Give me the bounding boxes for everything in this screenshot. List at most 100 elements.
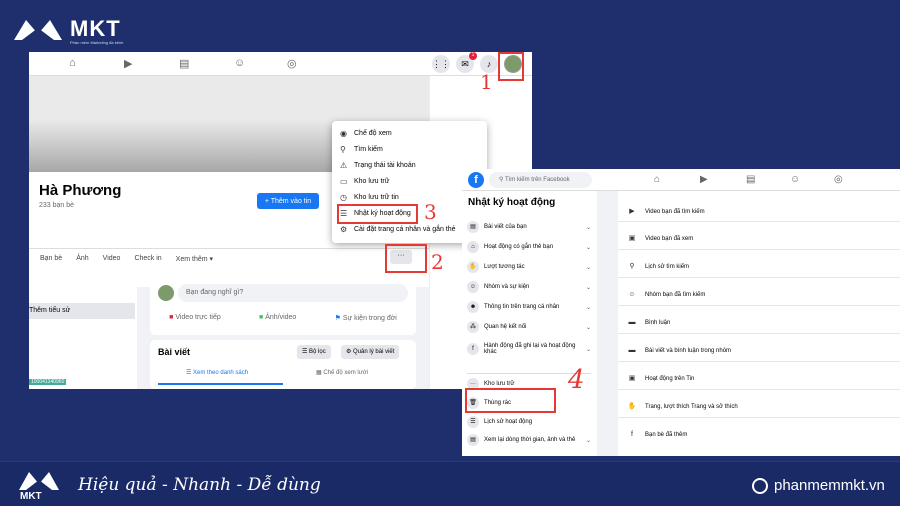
mkt-logo-icon [19, 472, 59, 490]
list-item[interactable]: ☺ Nhóm bạn đã tìm kiếm [626, 289, 896, 301]
review-icon: ▤ [467, 434, 479, 446]
add-story-button[interactable]: + Thêm vào tin [257, 193, 319, 209]
sidebar-item-review-timeline[interactable]: ▤ Xem lại dòng thời gian, ảnh và thẻ ⌄ [467, 434, 591, 446]
eye-icon: ◉ [340, 128, 347, 138]
page-title: Nhật ký hoạt động [468, 197, 556, 208]
composer-input[interactable]: Bạn đang nghĩ gì? [178, 284, 408, 302]
list-item[interactable]: ▶ Video bạn đã tìm kiếm [626, 206, 896, 218]
brand-logo: MKT Phần mềm Marketing đa kênh [12, 14, 124, 45]
like-icon: ✋ [627, 403, 637, 410]
chevron-down-icon: ⌄ [585, 224, 591, 231]
tab-checkin[interactable]: Check in [134, 255, 161, 262]
archive-icon: ▭ [340, 176, 348, 186]
settings-icon: ⚙ [340, 224, 348, 234]
friends-count: 233 bạn bè [39, 202, 75, 209]
profile-tabs: Bạn bè Ảnh Video Check in Xem thêm ▾ [29, 248, 429, 268]
menu-grid-icon[interactable]: ⋮⋮ [432, 55, 450, 73]
posts-card: Bài viết ☰ Bộ lọc ⚙ Quản lý bài viết ☰ X… [150, 340, 416, 389]
tab-more[interactable]: Xem thêm ▾ [176, 255, 213, 263]
tab-videos[interactable]: Video [103, 255, 121, 262]
watched-video-icon: ▣ [628, 235, 636, 242]
tab-grid-view[interactable]: ▦ Chế độ xem lưới [316, 369, 368, 376]
sidebar-item-interactions[interactable]: ✋ Lượt tương tác ⌄ [467, 261, 591, 273]
step3-number: 3 [424, 200, 437, 224]
chevron-down-icon: ⌄ [585, 437, 591, 444]
search-icon: ⚲ [629, 263, 635, 270]
step2-number: 2 [431, 250, 444, 274]
footer-slogan: Hiệu quả - Nhanh - Dễ dùng [78, 475, 321, 495]
sidebar-item-groups-events[interactable]: ☺ Nhóm và sự kiện ⌄ [467, 281, 591, 293]
list-icon: ☰ [186, 370, 194, 376]
sidebar-item-your-posts[interactable]: ▤ Bài viết của bạn ⌄ [467, 221, 591, 233]
chevron-down-icon: ⌄ [585, 304, 591, 311]
messenger-icon[interactable]: ✉ 1 [456, 52, 477, 73]
facebook-logo-icon[interactable]: f [468, 172, 484, 188]
connections-icon: ⁂ [467, 321, 479, 333]
brand-name: MKT [70, 16, 121, 41]
list-item[interactable]: ▬ Bài viết và bình luận trong nhóm [626, 345, 896, 357]
groups-icon: ☺ [467, 281, 479, 293]
list-item[interactable]: f Bạn bè đã thêm [626, 429, 896, 441]
gaming-icon[interactable]: ◎ [287, 57, 297, 70]
marketplace-icon[interactable]: ▤ [746, 174, 755, 185]
intro-card: Thêm tiểu sử [29, 278, 137, 389]
sidebar-item-profile-info[interactable]: ☻ Thông tin trên trang cá nhân ⌄ [467, 301, 591, 313]
chevron-down-icon: ⌄ [585, 324, 591, 331]
sidebar-item-connections[interactable]: ⁂ Quan hệ kết nối ⌄ [467, 321, 591, 333]
groups-icon[interactable]: ☺ [234, 57, 245, 69]
step4-number: 4 [568, 365, 585, 395]
profile-name: Hà Phương [39, 182, 122, 199]
search-icon: ⚲ [340, 144, 346, 154]
home-icon[interactable]: ⌂ [654, 174, 660, 185]
flag-icon: ⚑ [334, 315, 343, 322]
footer-bar: MKT Hiệu quả - Nhanh - Dễ dùng phanmemmk… [0, 461, 900, 506]
photo-video-button[interactable]: ■ Ảnh/video [259, 314, 296, 322]
sidebar-item-activity-history[interactable]: ☰ Lịch sử hoạt động [467, 416, 591, 428]
list-icon: ☰ [467, 416, 479, 428]
add-bio-button[interactable]: Thêm tiểu sử [29, 303, 135, 319]
list-item[interactable]: ✋ Trang, lượt thích Trang và sở thích [626, 401, 896, 413]
watch-icon[interactable]: ▶ [700, 174, 708, 185]
top-navbar: ⌂ ▶ ▤ ☺ ◎ ⋮⋮ ✉ 1 ♪ [29, 52, 532, 76]
life-event-button[interactable]: ⚑ Sự kiện trong đời [335, 314, 397, 322]
list-item[interactable]: ⚲ Lịch sử tìm kiếm [626, 261, 896, 273]
story-icon: ▣ [628, 375, 636, 382]
menu-search[interactable]: ⚲ Tìm kiếm [332, 141, 487, 157]
notification-badge: 1 [469, 52, 477, 60]
step4-highlight [465, 388, 556, 413]
list-item[interactable]: ▬ Bình luận [626, 317, 896, 329]
step1-number: 1 [480, 70, 493, 94]
tab-list-view[interactable]: ☰ Xem theo danh sách [186, 369, 248, 376]
tab-photos[interactable]: Ảnh [76, 255, 88, 262]
marketplace-icon[interactable]: ▤ [179, 57, 189, 70]
mkt-logo-icon [14, 20, 62, 40]
manage-posts-button[interactable]: ⚙ Quản lý bài viết [341, 345, 400, 359]
video-icon: ▶ [629, 208, 635, 215]
sidebar-item-logged-actions[interactable]: f Hành động đã ghi lại và hoạt động khác ⌄ [467, 343, 591, 355]
filter-icon: ☰ [302, 349, 310, 355]
comment-icon: ▬ [628, 319, 636, 326]
facebook-icon: f [631, 431, 633, 438]
settings-icon: ⚙ [346, 349, 354, 355]
groups-icon[interactable]: ☺ [790, 174, 800, 185]
alert-icon: ⚠ [340, 160, 348, 170]
like-icon: ✋ [467, 261, 479, 273]
tab-friends[interactable]: Bạn bè [40, 255, 62, 262]
watch-icon[interactable]: ▶ [124, 57, 132, 70]
brand-tagline: Phần mềm Marketing đa kênh [70, 40, 124, 45]
live-video-button[interactable]: ■ Video trực tiếp [169, 314, 221, 322]
list-item[interactable]: ▣ Video bạn đã xem [626, 233, 896, 245]
menu-view-as[interactable]: ◉ Chế độ xem [332, 125, 487, 141]
step3-highlight [337, 204, 418, 224]
top-navbar: f ⚲ Tìm kiếm trên Facebook ⌂ ▶ ▤ ☺ ◎ [462, 169, 900, 191]
list-item[interactable]: ▣ Hoạt động trên Tin [626, 373, 896, 385]
posts-icon: ▤ [467, 221, 479, 233]
sidebar-item-tagged-activity[interactable]: ⌂ Hoạt động có gắn thẻ bạn ⌄ [467, 241, 591, 253]
search-input[interactable]: ⚲ Tìm kiếm trên Facebook [489, 172, 592, 188]
chevron-down-icon: ⌄ [585, 244, 591, 251]
gaming-icon[interactable]: ◎ [834, 174, 843, 185]
filter-button[interactable]: ☰ Bộ lọc [297, 345, 331, 359]
profile-id-tag: 100041340960 [29, 379, 67, 385]
home-icon[interactable]: ⌂ [69, 57, 76, 69]
footer-website[interactable]: phanmemmkt.vn [752, 477, 885, 494]
